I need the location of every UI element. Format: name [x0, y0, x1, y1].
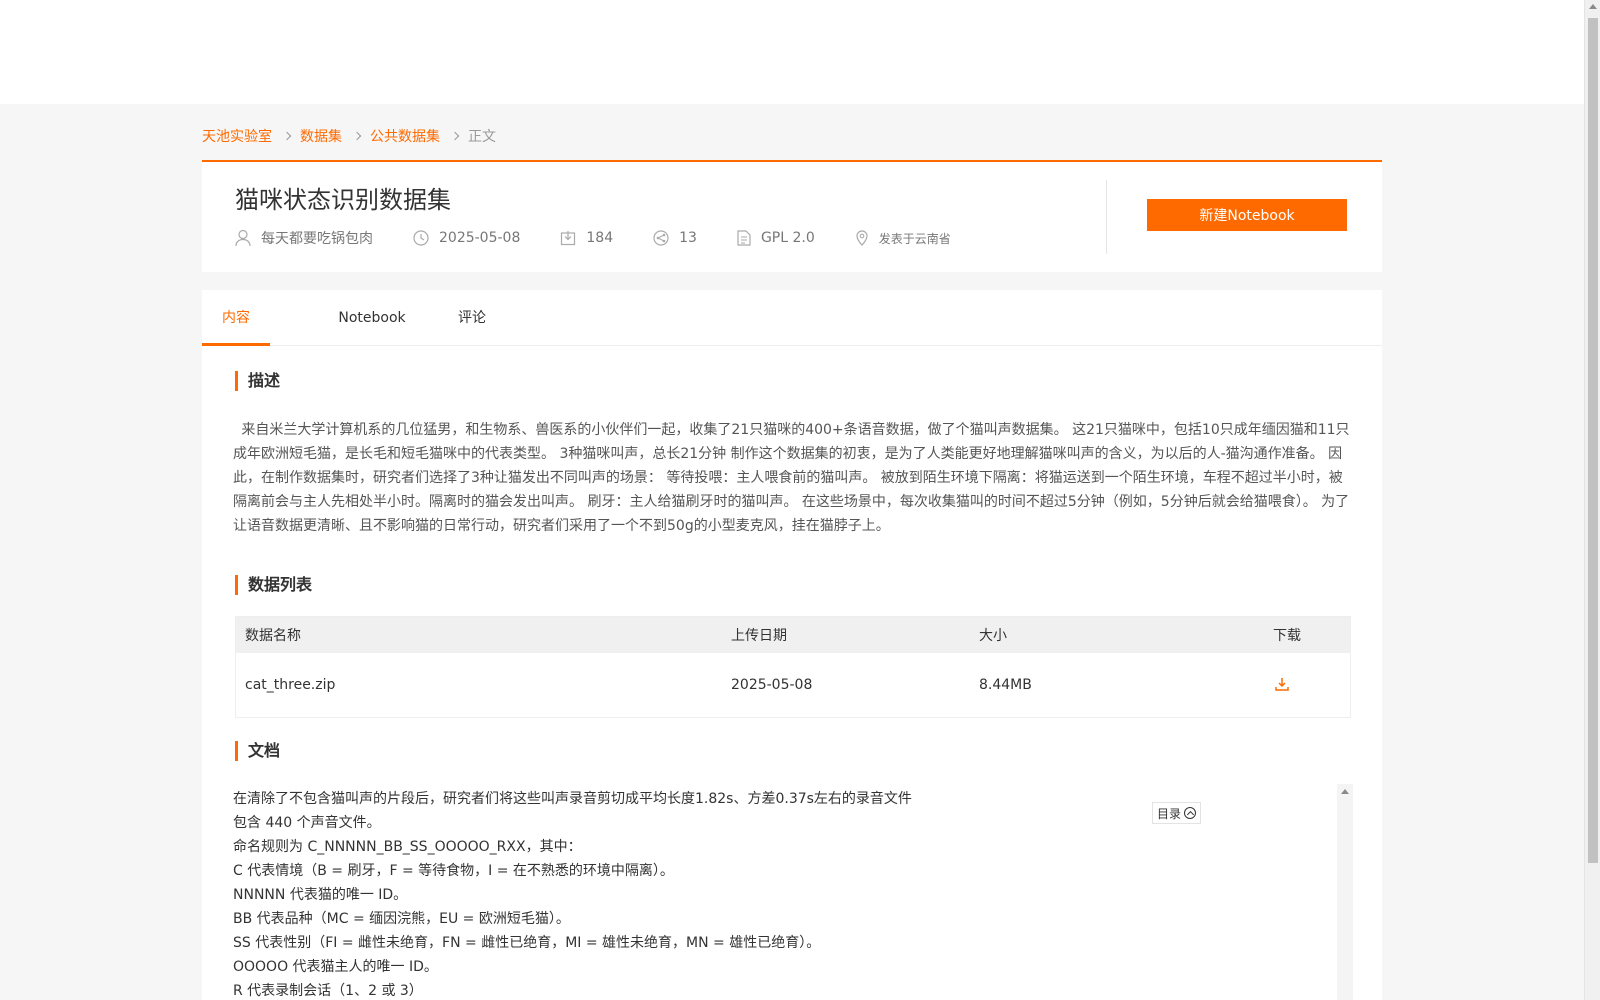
content-card: 内容 Notebook 评论 描述 来自米兰大学计算机系的几位猛男，和生物系、兽… — [202, 290, 1382, 1000]
doc-line: NNNNN 代表猫的唯一 ID。 — [233, 887, 408, 903]
clock-icon — [413, 230, 429, 246]
chevron-right-icon — [282, 131, 292, 141]
doc-line: C 代表情境（B = 刷牙，F = 等待食物，I = 在不熟悉的环境中隔离）。 — [233, 863, 674, 879]
breadcrumb-current: 正文 — [468, 129, 496, 145]
doc-line: R 代表录制会话（1、2 或 3） — [233, 983, 423, 999]
publish-date: 2025-05-08 — [439, 230, 521, 246]
column-header-download: 下载 — [1273, 628, 1301, 644]
doc-line: 在清除了不包含猫叫声的片段后，研究者们将这些叫声录音剪切成平均长度1.82s、方… — [233, 791, 912, 807]
tab-comments[interactable]: 评论 — [447, 290, 497, 346]
meta-author: 每天都要吃锅包肉 — [235, 228, 373, 248]
tab-notebook[interactable]: Notebook — [322, 290, 422, 346]
license-icon — [737, 230, 751, 246]
file-upload-date: 2025-05-08 — [731, 677, 813, 693]
column-header-name: 数据名称 — [245, 628, 301, 644]
top-header-bar — [0, 0, 1584, 104]
data-table: 数据名称 上传日期 大小 下载 cat_three.zip 2025-05-08… — [235, 616, 1351, 718]
share-icon — [653, 230, 669, 246]
docs-heading: 文档 — [235, 741, 280, 761]
description-text: 来自米兰大学计算机系的几位猛男，和生物系、兽医系的小伙伴们一起，收集了21只猫咪… — [233, 422, 1350, 534]
doc-line: BB 代表品种（MC = 缅因浣熊，EU = 欧洲短毛猫）。 — [233, 911, 570, 927]
table-row: cat_three.zip 2025-05-08 8.44MB — [236, 653, 1350, 717]
doc-line: 命名规则为 C_NNNNN_BB_SS_OOOOO_RXX，其中： — [233, 839, 582, 855]
doc-line: OOOOO 代表猫主人的唯一 ID。 — [233, 959, 438, 975]
page-title: 猫咪状态识别数据集 — [235, 186, 451, 214]
doc-line: 包含 440 个声音文件。 — [233, 815, 381, 831]
toc-label: 目录 — [1157, 806, 1182, 821]
author-name[interactable]: 每天都要吃锅包肉 — [261, 228, 373, 248]
header-divider — [1106, 180, 1107, 254]
scrollbar-thumb[interactable] — [1588, 18, 1598, 863]
chevron-right-icon — [352, 131, 362, 141]
download-count-icon — [561, 231, 576, 246]
download-count: 184 — [586, 230, 614, 246]
breadcrumb: 天池实验室 数据集 公共数据集 正文 — [202, 126, 496, 146]
dataset-header-card: 猫咪状态识别数据集 每天都要吃锅包肉 2025-05-08 184 13 GPL… — [202, 160, 1382, 272]
scroll-up-arrow-icon[interactable] — [1341, 789, 1349, 794]
new-notebook-button[interactable]: 新建Notebook — [1147, 199, 1347, 231]
column-header-size: 大小 — [979, 628, 1007, 644]
meta-shares: 13 — [653, 230, 697, 246]
publish-location: 发表于云南省 — [878, 231, 951, 246]
location-pin-icon — [856, 230, 868, 246]
tab-content[interactable]: 内容 — [202, 290, 270, 346]
scroll-up-arrow-icon[interactable] — [1589, 4, 1597, 9]
docs-scrollbar[interactable] — [1337, 784, 1353, 1000]
docs-body: 在清除了不包含猫叫声的片段后，研究者们将这些叫声录音剪切成平均长度1.82s、方… — [233, 787, 1313, 1000]
tab-bar: 内容 Notebook 评论 — [202, 290, 1382, 346]
breadcrumb-datasets[interactable]: 数据集 — [300, 126, 342, 146]
chevron-right-icon — [450, 131, 460, 141]
data-list-heading: 数据列表 — [235, 575, 312, 595]
file-size: 8.44MB — [979, 677, 1032, 693]
table-header: 数据名称 上传日期 大小 下载 — [236, 617, 1350, 653]
column-header-date: 上传日期 — [731, 628, 787, 644]
toc-button[interactable]: 目录 — [1152, 802, 1202, 824]
meta-license: GPL 2.0 — [737, 230, 815, 246]
share-count: 13 — [679, 230, 697, 246]
meta-date: 2025-05-08 — [413, 230, 520, 246]
breadcrumb-tianchi-lab[interactable]: 天池实验室 — [202, 126, 272, 146]
description-heading: 描述 — [235, 371, 280, 391]
chevron-up-circle-icon — [1184, 807, 1197, 819]
page-scrollbar[interactable] — [1584, 0, 1600, 1000]
meta-downloads: 184 — [560, 230, 613, 246]
breadcrumb-public-datasets[interactable]: 公共数据集 — [370, 126, 440, 146]
dataset-meta: 每天都要吃锅包肉 2025-05-08 184 13 GPL 2.0 发表于云南… — [235, 228, 991, 248]
file-name: cat_three.zip — [245, 677, 336, 693]
doc-line: SS 代表性别（FI = 雌性未绝育，FN = 雌性已绝育，MI = 雄性未绝育… — [233, 935, 821, 951]
meta-location: 发表于云南省 — [855, 230, 951, 247]
download-icon[interactable] — [1275, 677, 1289, 691]
license-name: GPL 2.0 — [760, 230, 815, 246]
user-icon — [235, 229, 251, 247]
